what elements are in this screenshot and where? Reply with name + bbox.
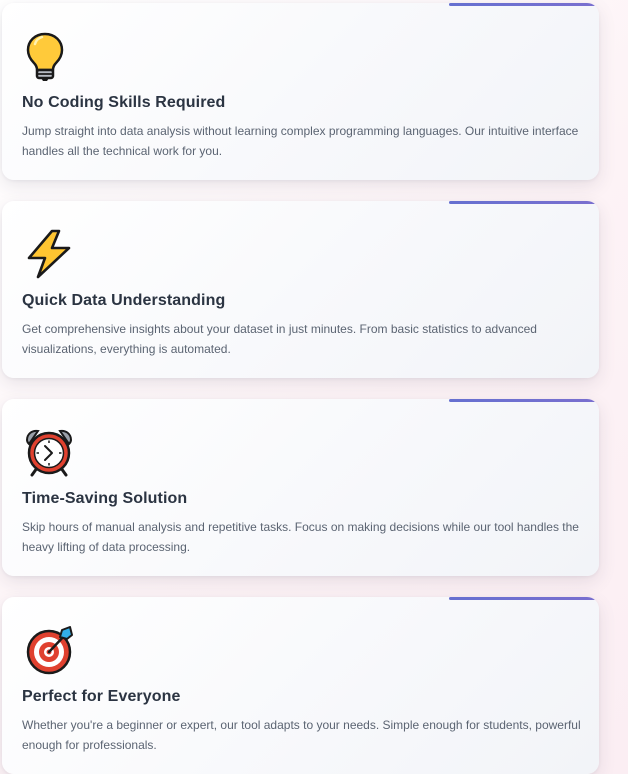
target-icon xyxy=(23,624,75,676)
card-description: Skip hours of manual analysis and repeti… xyxy=(22,520,579,554)
card-title: Perfect for Everyone xyxy=(22,688,181,705)
lightbulb-icon xyxy=(23,30,75,82)
feature-card-quick-data: Quick Data Understanding Get comprehensi… xyxy=(2,201,599,378)
card-description: Jump straight into data analysis without… xyxy=(22,124,579,158)
card-accent-bar xyxy=(449,201,599,204)
card-title: Quick Data Understanding xyxy=(22,292,226,309)
feature-card-list: No Coding Skills Required Jump straight … xyxy=(0,0,628,774)
card-accent-bar xyxy=(449,3,599,6)
feature-card-no-coding: No Coding Skills Required Jump straight … xyxy=(2,3,599,180)
feature-card-everyone: Perfect for Everyone Whether you're a be… xyxy=(2,597,599,774)
card-accent-bar xyxy=(449,597,599,600)
card-description: Get comprehensive insights about your da… xyxy=(22,322,537,356)
lightning-bolt-icon xyxy=(23,228,75,280)
alarm-clock-icon xyxy=(23,426,75,478)
feature-card-time-saving: Time-Saving Solution Skip hours of manua… xyxy=(2,399,599,576)
card-description: Whether you're a beginner or expert, our… xyxy=(22,718,581,752)
card-title: Time-Saving Solution xyxy=(22,490,188,507)
card-title: No Coding Skills Required xyxy=(22,94,226,111)
card-accent-bar xyxy=(449,399,599,402)
